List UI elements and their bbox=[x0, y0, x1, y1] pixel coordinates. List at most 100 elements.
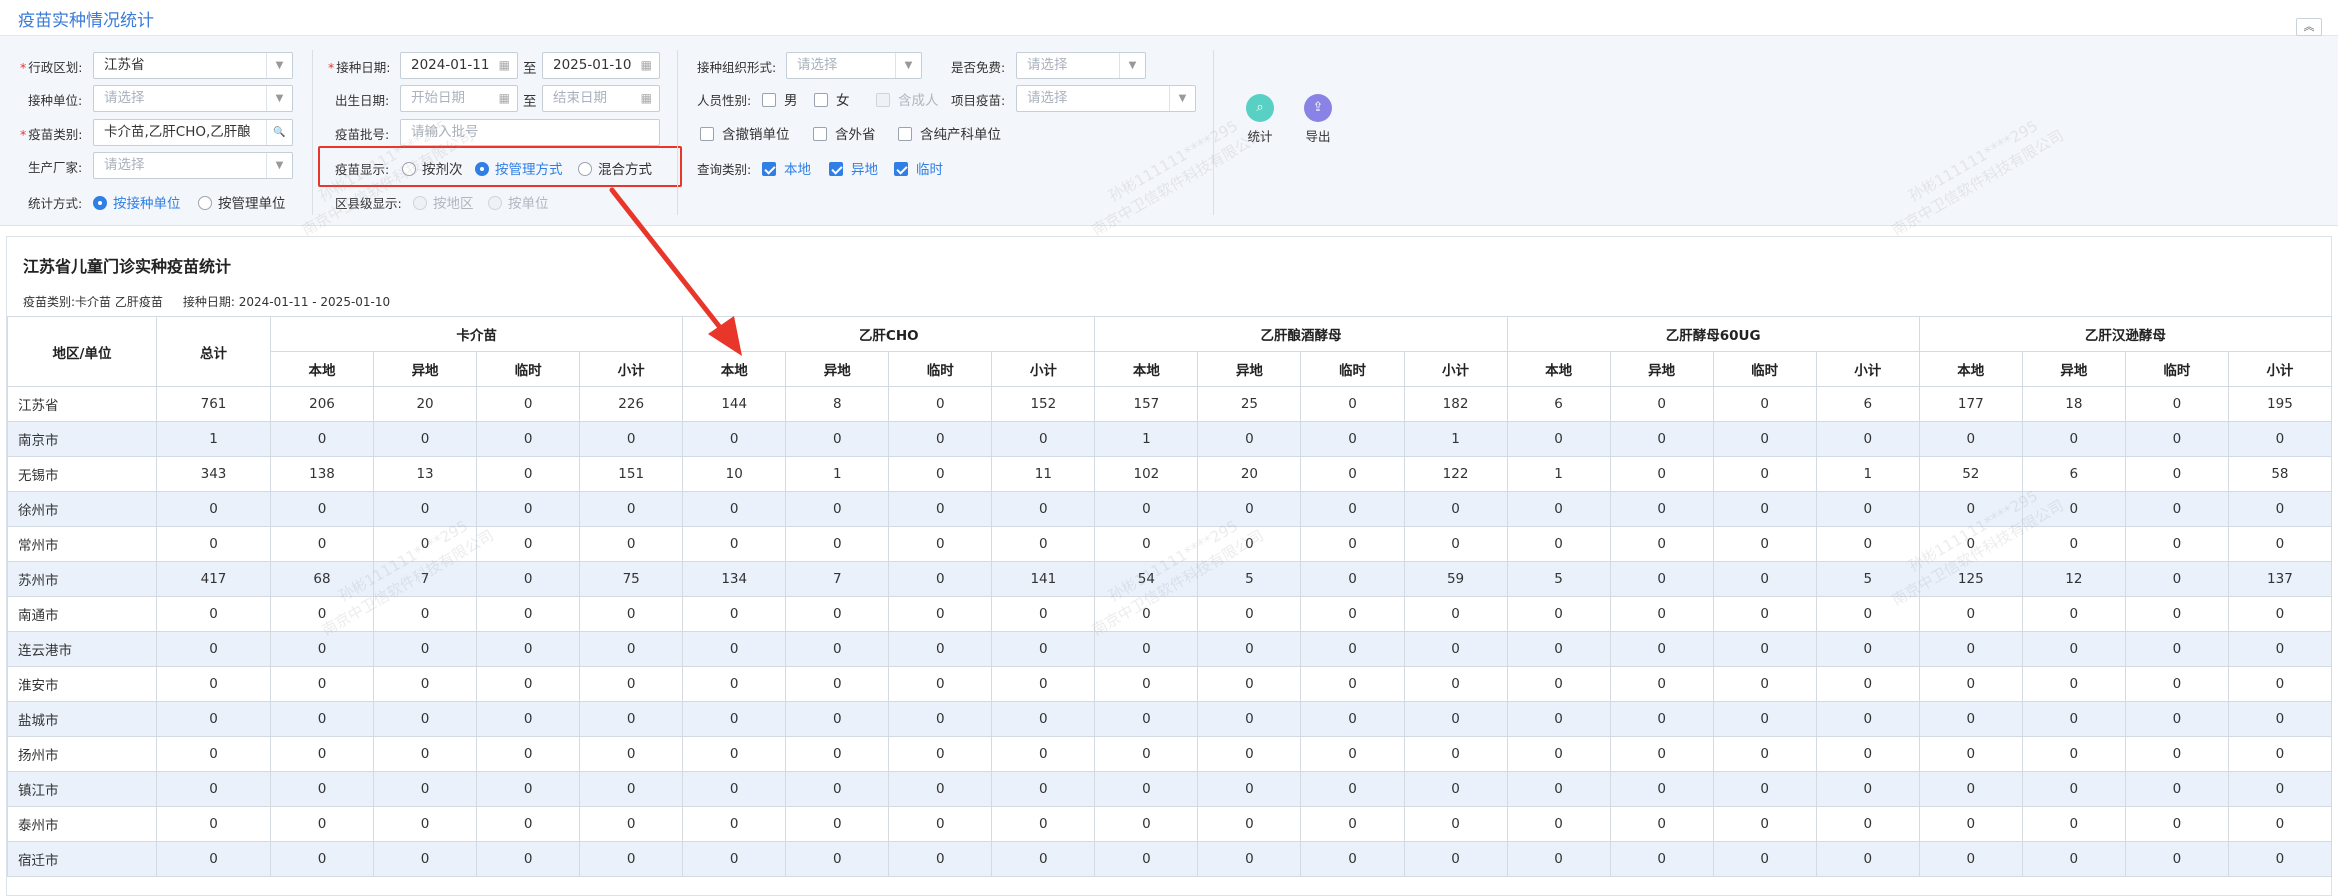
cell-value: 0 bbox=[156, 596, 271, 632]
cell-value: 0 bbox=[888, 526, 993, 562]
table-row[interactable]: 南通市 0 0 0 0 0 0 0 0 0 0 0 0 0 0 0 0 0 0 0 0 0 bbox=[7, 596, 2332, 632]
table-row[interactable]: 连云港市 0 0 0 0 0 0 0 0 0 0 0 0 0 0 0 0 0 0 0 0 0 bbox=[7, 631, 2332, 667]
col-header-sub: 本地 bbox=[1094, 351, 1199, 387]
free-select[interactable]: 请选择 ▼ bbox=[1016, 52, 1146, 79]
cell-value: 0 bbox=[1506, 701, 1611, 737]
birth-date-label: 出生日期: bbox=[335, 93, 390, 108]
cell-value: 0 bbox=[1403, 491, 1508, 527]
cell-value: 0 bbox=[1197, 841, 1302, 877]
cell-value: 0 bbox=[1609, 631, 1714, 667]
table-row[interactable]: 扬州市 0 0 0 0 0 0 0 0 0 0 0 0 0 0 0 0 0 0 0 0 0 bbox=[7, 736, 2332, 772]
table-row[interactable]: 无锡市 343 138 13 0 151 10 1 0 11 102 20 0 122 1 0 0 1 52 6 0 58 bbox=[7, 456, 2332, 492]
gender-female[interactable]: 女 bbox=[814, 89, 850, 109]
cell-value: 0 bbox=[2124, 631, 2229, 667]
cell-value: 0 bbox=[2124, 701, 2229, 737]
cell-value: 20 bbox=[373, 386, 478, 422]
cell-value: 0 bbox=[476, 806, 581, 842]
divider bbox=[677, 50, 678, 215]
gender-male[interactable]: 男 bbox=[762, 89, 798, 109]
table-row[interactable]: 江苏省 761 206 20 0 226 144 8 0 152 157 25 0 182 6 0 0 6 177 1… bbox=[7, 386, 2332, 422]
org-form-select[interactable]: 请选择 ▼ bbox=[786, 52, 922, 79]
table-row[interactable]: 苏州市 417 68 7 0 75 134 7 0 141 54 5 0 59 5 0 0 5 125 12 0 137 bbox=[7, 561, 2332, 597]
cell-value: 0 bbox=[888, 421, 993, 457]
cell-region: 镇江市 bbox=[7, 771, 157, 807]
batch-input[interactable]: 请输入批号 bbox=[400, 119, 660, 146]
cell-value: 0 bbox=[785, 491, 890, 527]
col-header-sub: 异地 bbox=[1609, 351, 1714, 387]
stat-button[interactable]: ⌕ 统计 bbox=[1240, 94, 1280, 145]
col-header-sub: 临时 bbox=[888, 351, 993, 387]
cell-value: 0 bbox=[2124, 491, 2229, 527]
cell-value: 0 bbox=[1609, 421, 1714, 457]
table-row[interactable]: 南京市 1 0 0 0 0 0 0 0 0 1 0 0 1 0 0 0 0 0 0 0 0 bbox=[7, 421, 2332, 457]
include-revoked[interactable]: 含撤销单位 bbox=[700, 123, 790, 143]
col-header-sub: 小计 bbox=[1403, 351, 1508, 387]
project-select[interactable]: 请选择 ▼ bbox=[1016, 85, 1196, 112]
cell-value: 0 bbox=[1712, 421, 1817, 457]
stat-method-by-mgmt-unit[interactable]: 按管理单位 bbox=[198, 192, 286, 212]
table-row[interactable]: 镇江市 0 0 0 0 0 0 0 0 0 0 0 0 0 0 0 0 0 0 0 0 0 bbox=[7, 771, 2332, 807]
cell-value: 0 bbox=[785, 806, 890, 842]
include-other-province[interactable]: 含外省 bbox=[813, 123, 876, 143]
cell-value: 54 bbox=[1094, 561, 1199, 597]
cell-value: 0 bbox=[682, 596, 787, 632]
cell-value: 0 bbox=[269, 491, 375, 527]
batch-label: 疫苗批号: bbox=[335, 127, 390, 142]
birth-date-to[interactable]: 结束日期 ▦ bbox=[542, 85, 660, 112]
cell-value: 6 bbox=[1815, 386, 1920, 422]
cell-value: 0 bbox=[156, 631, 271, 667]
col-header-vaccine: 乙肝酵母60UG bbox=[1506, 316, 1920, 352]
table-row[interactable]: 盐城市 0 0 0 0 0 0 0 0 0 0 0 0 0 0 0 0 0 0 0 0 0 bbox=[7, 701, 2332, 737]
table-row[interactable]: 常州市 0 0 0 0 0 0 0 0 0 0 0 0 0 0 0 0 0 0 0 0 0 bbox=[7, 526, 2332, 562]
query-local[interactable]: 本地 bbox=[762, 158, 811, 178]
cell-value: 0 bbox=[1609, 771, 1714, 807]
cell-value: 0 bbox=[1609, 841, 1714, 877]
cell-value: 0 bbox=[682, 806, 787, 842]
cell-value: 0 bbox=[2021, 701, 2126, 737]
cell-region: 无锡市 bbox=[7, 456, 157, 492]
col-header-vaccine: 乙肝汉逊酵母 bbox=[1918, 316, 2332, 352]
cell-value: 0 bbox=[991, 736, 1096, 772]
cell-value: 0 bbox=[156, 491, 271, 527]
region-select[interactable]: 江苏省 ▼ bbox=[93, 52, 293, 79]
query-nonlocal[interactable]: 异地 bbox=[829, 158, 878, 178]
table-row[interactable]: 宿迁市 0 0 0 0 0 0 0 0 0 0 0 0 0 0 0 0 0 0 0 0 0 bbox=[7, 841, 2332, 877]
table-row[interactable]: 徐州市 0 0 0 0 0 0 0 0 0 0 0 0 0 0 0 0 0 0 0 0 0 bbox=[7, 491, 2332, 527]
cell-value: 0 bbox=[1300, 386, 1405, 422]
cell-value: 0 bbox=[888, 561, 993, 597]
search-icon[interactable]: 🔍 bbox=[266, 120, 292, 145]
unit-select[interactable]: 请选择 ▼ bbox=[93, 85, 293, 112]
cell-value: 0 bbox=[2021, 771, 2126, 807]
cell-value: 0 bbox=[2227, 526, 2332, 562]
county-by-region[interactable]: 按地区 bbox=[413, 192, 474, 212]
stat-method-by-vacc-unit[interactable]: 按接种单位 bbox=[93, 192, 181, 212]
cell-value: 6 bbox=[1506, 386, 1611, 422]
cell-value: 0 bbox=[888, 771, 993, 807]
cell-value: 5 bbox=[1197, 561, 1302, 597]
vacc-date-from[interactable]: 2024-01-11 ▦ bbox=[400, 52, 518, 79]
cell-value: 0 bbox=[1712, 596, 1817, 632]
cell-value: 0 bbox=[1712, 456, 1817, 492]
cell-value: 0 bbox=[579, 666, 684, 702]
table-row[interactable]: 泰州市 0 0 0 0 0 0 0 0 0 0 0 0 0 0 0 0 0 0 0 0 0 bbox=[7, 806, 2332, 842]
cell-value: 0 bbox=[1609, 456, 1714, 492]
birth-date-from[interactable]: 开始日期 ▦ bbox=[400, 85, 518, 112]
table-row[interactable]: 淮安市 0 0 0 0 0 0 0 0 0 0 0 0 0 0 0 0 0 0 0 0 0 bbox=[7, 666, 2332, 702]
cell-value: 0 bbox=[1300, 806, 1405, 842]
manufacturer-select[interactable]: 请选择 ▼ bbox=[93, 152, 293, 179]
cell-value: 0 bbox=[1197, 631, 1302, 667]
cell-value: 0 bbox=[1918, 771, 2023, 807]
query-temporary[interactable]: 临时 bbox=[894, 158, 943, 178]
cell-region: 盐城市 bbox=[7, 701, 157, 737]
cell-value: 1 bbox=[1506, 456, 1611, 492]
vaccine-type-input[interactable]: 卡介苗,乙肝CHO,乙肝酿 🔍 bbox=[93, 119, 293, 146]
include-adult[interactable]: 含成人 bbox=[876, 89, 939, 109]
double-chevron-up-icon[interactable]: ︽ bbox=[2296, 18, 2322, 36]
cell-value: 0 bbox=[1918, 631, 2023, 667]
include-obstetric[interactable]: 含纯产科单位 bbox=[898, 123, 1001, 143]
cell-value: 0 bbox=[579, 491, 684, 527]
export-button[interactable]: ⇪ 导出 bbox=[1298, 94, 1338, 145]
cell-value: 5 bbox=[1815, 561, 1920, 597]
county-by-unit[interactable]: 按单位 bbox=[488, 192, 549, 212]
vacc-date-to[interactable]: 2025-01-10 ▦ bbox=[542, 52, 660, 79]
